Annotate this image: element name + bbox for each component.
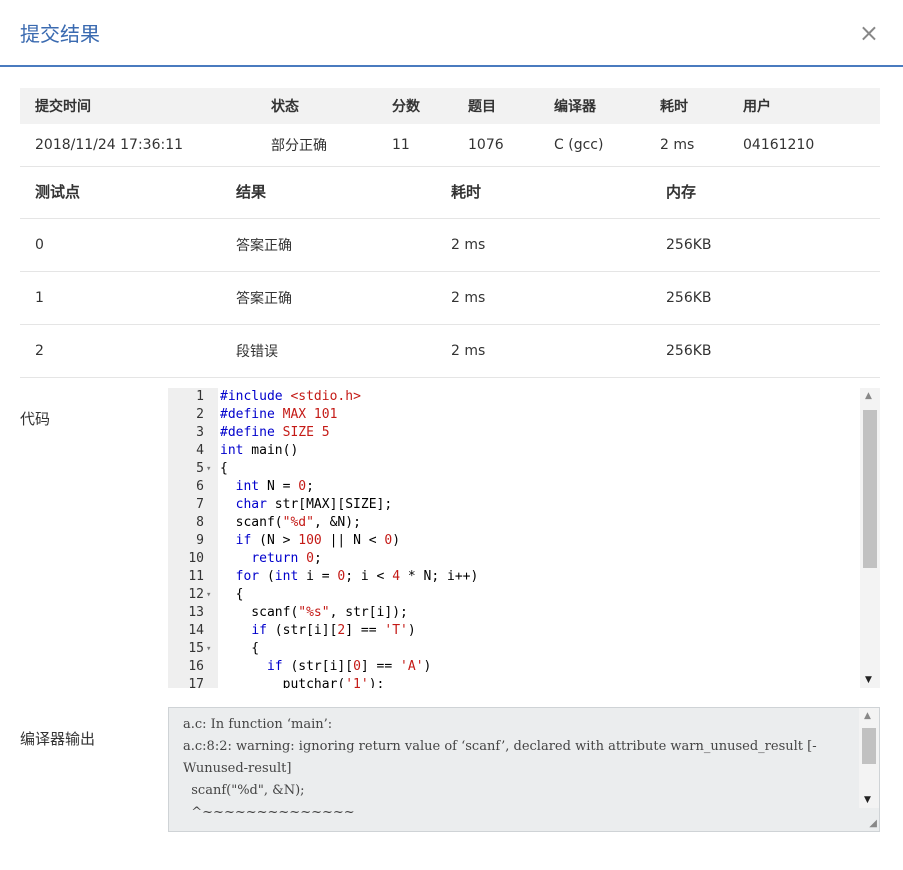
- resize-handle-icon[interactable]: ◢: [869, 818, 877, 829]
- fold-toggle-icon[interactable]: ▾: [206, 586, 211, 604]
- compiler-output-textarea[interactable]: a.c: In function ‘main’: a.c:8:2: warnin…: [168, 707, 880, 832]
- fold-toggle-icon[interactable]: ▾: [206, 640, 211, 658]
- test-memory: 256KB: [665, 271, 880, 325]
- test-cases-table: 测试点 结果 耗时 内存 0 答案正确 2 ms 256KB 1 答案正确 2 …: [20, 164, 880, 378]
- test-result: 答案正确: [235, 218, 450, 272]
- code-line: 10 return 0;: [188, 551, 322, 566]
- test-memory: 256KB: [665, 218, 880, 272]
- output-line: a.c:8:2: warning: ignoring return value …: [183, 739, 817, 776]
- submission-summary-table: 提交时间 状态 分数 题目 编译器 耗时 用户 2018/11/24 17:36…: [20, 88, 880, 167]
- summary-row: 2018/11/24 17:36:11 部分正确 11 1076 C (gcc)…: [20, 124, 880, 167]
- compiler-output-text: a.c: In function ‘main’: a.c:8:2: warnin…: [183, 714, 843, 824]
- code-line: 6 int N = 0;: [196, 479, 314, 494]
- code-line: 17 putchar('1');: [188, 677, 385, 688]
- scroll-up-icon[interactable]: ▲: [864, 711, 871, 721]
- code-scrollbar[interactable]: ▲ ▼: [860, 388, 880, 688]
- submission-result-modal: 提交结果 × 提交时间 状态 分数 题目 编译器 耗时 用户 2018/11/2…: [0, 0, 903, 870]
- col-result: 结果: [235, 164, 450, 219]
- tests-header-row: 测试点 结果 耗时 内存: [20, 164, 880, 219]
- code-line: 7 char str[MAX][SIZE];: [196, 497, 393, 512]
- code-line: 11 for (int i = 0; i < 4 * N; i++): [188, 569, 479, 584]
- modal-title: 提交结果: [20, 22, 100, 46]
- code-line: 15 ▾ {: [188, 640, 260, 658]
- test-case-id: 2: [20, 324, 235, 378]
- col-memory: 内存: [665, 164, 880, 219]
- modal-header: 提交结果 ×: [0, 0, 903, 67]
- output-line: ^~~~~~~~~~~~~~~: [183, 805, 355, 820]
- col-test-case: 测试点: [20, 164, 235, 219]
- output-scrollbar[interactable]: ▲ ▼: [859, 708, 879, 808]
- elapsed-time: 2 ms: [659, 124, 742, 167]
- code-line: 16 if (str[i][0] == 'A'): [188, 659, 432, 674]
- col-submit-time: 提交时间: [20, 88, 270, 124]
- output-line: a.c: In function ‘main’:: [183, 717, 333, 732]
- table-row: 1 答案正确 2 ms 256KB: [20, 271, 880, 325]
- scroll-down-icon[interactable]: ▼: [864, 795, 871, 805]
- scroll-down-icon[interactable]: ▼: [865, 675, 872, 685]
- code-line: 9 if (N > 100 || N < 0): [196, 533, 401, 548]
- code-line: 12 ▾ {: [188, 586, 244, 604]
- test-case-id: 0: [20, 218, 235, 272]
- col-problem: 题目: [467, 88, 553, 124]
- test-result: 段错误: [235, 324, 450, 378]
- compiler-output-label: 编译器输出: [20, 730, 96, 748]
- col-score: 分数: [391, 88, 467, 124]
- scroll-up-icon[interactable]: ▲: [865, 391, 872, 401]
- test-case-id: 1: [20, 271, 235, 325]
- col-test-time: 耗时: [450, 164, 665, 219]
- code-line: 1 #include <stdio.h>: [196, 389, 361, 404]
- code-line: 4 int main(): [196, 443, 299, 458]
- col-time: 耗时: [659, 88, 742, 124]
- problem-id: 1076: [467, 124, 553, 167]
- code-line: 3 #define SIZE 5: [196, 425, 330, 440]
- status-badge: 部分正确: [270, 124, 391, 167]
- code-line: 5 ▾{: [196, 460, 228, 478]
- test-time: 2 ms: [450, 218, 665, 272]
- test-memory: 256KB: [665, 324, 880, 378]
- fold-toggle-icon[interactable]: ▾: [206, 460, 211, 478]
- summary-header-row: 提交时间 状态 分数 题目 编译器 耗时 用户: [20, 88, 880, 124]
- output-line: scanf("%d", &N);: [183, 783, 305, 798]
- code-line: 2 #define MAX 101: [196, 407, 338, 422]
- test-time: 2 ms: [450, 271, 665, 325]
- col-status: 状态: [270, 88, 391, 124]
- col-user: 用户: [742, 88, 880, 124]
- submit-time: 2018/11/24 17:36:11: [20, 124, 270, 167]
- col-compiler: 编译器: [553, 88, 659, 124]
- code-line: 13 scanf("%s", str[i]);: [188, 605, 408, 620]
- table-row: 0 答案正确 2 ms 256KB: [20, 218, 880, 272]
- code-line: 8 scanf("%d", &N);: [196, 515, 361, 530]
- test-time: 2 ms: [450, 324, 665, 378]
- scrollbar-thumb[interactable]: [862, 728, 876, 764]
- score: 11: [391, 124, 467, 167]
- code-lines: 1 #include <stdio.h> 2 #define MAX 101 3 #d…: [168, 388, 860, 688]
- test-result: 答案正确: [235, 271, 450, 325]
- table-row: 2 段错误 2 ms 256KB: [20, 324, 880, 378]
- code-editor[interactable]: 1 #include <stdio.h> 2 #define MAX 101 3 #d…: [168, 388, 880, 688]
- close-icon[interactable]: ×: [859, 18, 879, 48]
- compiler: C (gcc): [553, 124, 659, 167]
- code-line: 14 if (str[i][2] == 'T'): [188, 623, 416, 638]
- scrollbar-thumb[interactable]: [863, 410, 877, 568]
- code-label: 代码: [20, 410, 51, 428]
- user-id: 04161210: [742, 124, 880, 167]
